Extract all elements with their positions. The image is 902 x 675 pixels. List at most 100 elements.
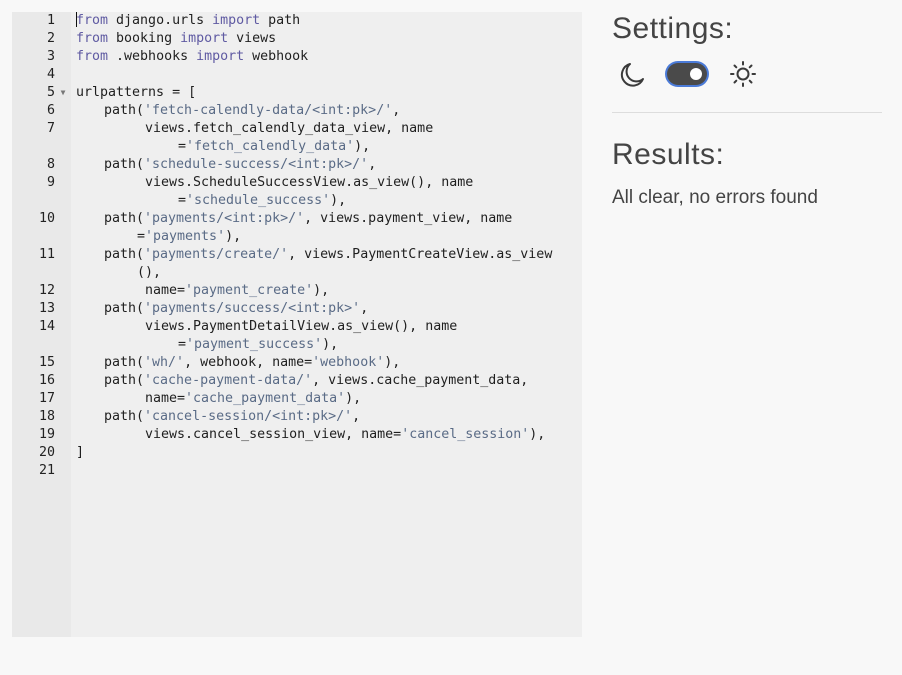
code-line[interactable]: 16 path('cache-payment-data/', views.cach… bbox=[12, 372, 582, 390]
fold-arrow-icon[interactable]: ▼ bbox=[55, 84, 71, 102]
line-number: 16 bbox=[38, 373, 55, 388]
code-text: path('payments/<int:pk>/', views.payment… bbox=[71, 210, 582, 228]
code-line[interactable]: 18 path('cancel-session/<int:pk>/', bbox=[12, 408, 582, 426]
code-token: ), bbox=[354, 139, 371, 154]
code-text: (), bbox=[71, 264, 582, 282]
code-text: path('payments/create/', views.PaymentCr… bbox=[71, 246, 582, 264]
code-line[interactable]: 1 from django.urls import path bbox=[12, 12, 582, 30]
line-number: 17 bbox=[38, 391, 55, 406]
code-token: path( bbox=[104, 409, 145, 424]
code-line[interactable]: 4 bbox=[12, 66, 582, 84]
code-token: urlpatterns = [ bbox=[76, 85, 197, 100]
code-token: , bbox=[368, 157, 377, 172]
code-line[interactable]: ='schedule_success'), bbox=[12, 192, 582, 210]
code-string: 'payments' bbox=[145, 229, 226, 244]
code-token: name= bbox=[145, 283, 186, 298]
code-token: name= bbox=[145, 391, 186, 406]
code-line[interactable]: 6 path('fetch-calendly-data/<int:pk>/', bbox=[12, 102, 582, 120]
line-number: 10 bbox=[38, 211, 55, 226]
code-line[interactable]: 3 from .webhooks import webhook bbox=[12, 48, 582, 66]
code-line[interactable]: 19 views.cancel_session_view, name='cance… bbox=[12, 426, 582, 444]
code-text: ='payments'), bbox=[71, 228, 582, 246]
code-token: path( bbox=[104, 301, 145, 316]
line-number: 7 bbox=[46, 121, 55, 136]
code-keyword: from bbox=[76, 31, 109, 46]
code-line[interactable]: 14 views.PaymentDetailView.as_view(), nam… bbox=[12, 318, 582, 336]
line-number: 2 bbox=[46, 31, 55, 46]
code-token: ), bbox=[345, 391, 362, 406]
code-string: 'schedule_success' bbox=[186, 193, 331, 208]
code-string: 'payments/success/<int:pk>' bbox=[144, 301, 361, 316]
code-token: , bbox=[392, 103, 401, 118]
code-line[interactable]: 15 path('wh/', webhook, name='webhook'), bbox=[12, 354, 582, 372]
code-line[interactable]: 21 bbox=[12, 462, 582, 480]
code-token: (), bbox=[137, 265, 162, 280]
line-number: 5 bbox=[46, 85, 55, 100]
code-text: ='schedule_success'), bbox=[71, 192, 582, 210]
line-number: 12 bbox=[38, 283, 55, 298]
code-token: = bbox=[178, 139, 187, 154]
theme-toggle[interactable] bbox=[667, 63, 707, 85]
code-line[interactable]: 20] bbox=[12, 444, 582, 462]
line-number: 21 bbox=[38, 463, 55, 478]
code-token: = bbox=[137, 229, 146, 244]
code-text: name='payment_create'), bbox=[71, 282, 582, 300]
code-text: urlpatterns = [ bbox=[71, 84, 564, 102]
code-line[interactable]: 8 path('schedule-success/<int:pk>/', bbox=[12, 156, 582, 174]
code-line[interactable]: 10 path('payments/<int:pk>/', views.payme… bbox=[12, 210, 582, 228]
code-token: path bbox=[260, 13, 301, 28]
code-token: views.PaymentDetailView.as_view(), name bbox=[145, 319, 458, 334]
code-line[interactable]: 17 name='cache_payment_data'), bbox=[12, 390, 582, 408]
code-string: 'wh/' bbox=[144, 355, 185, 370]
code-text: from django.urls import path bbox=[71, 12, 564, 30]
code-token: , webhook, name= bbox=[184, 355, 313, 370]
line-number bbox=[12, 228, 55, 246]
code-token: path( bbox=[104, 103, 145, 118]
code-string: 'payments/create/' bbox=[144, 247, 289, 262]
code-token: ), bbox=[330, 193, 347, 208]
code-line[interactable]: ='payment_success'), bbox=[12, 336, 582, 354]
code-line[interactable]: 13 path('payments/success/<int:pk>', bbox=[12, 300, 582, 318]
code-token: booking bbox=[108, 31, 181, 46]
code-line[interactable]: ='payments'), bbox=[12, 228, 582, 246]
code-line[interactable]: 2 from booking import views bbox=[12, 30, 582, 48]
code-line[interactable]: (), bbox=[12, 264, 582, 282]
code-token: ] bbox=[76, 445, 85, 460]
code-text: from .webhooks import webhook bbox=[71, 48, 564, 66]
code-token: ), bbox=[322, 337, 339, 352]
code-token: path( bbox=[104, 355, 145, 370]
line-number bbox=[12, 264, 55, 282]
code-editor[interactable]: 1 from django.urls import path 2 from booki… bbox=[12, 12, 582, 637]
code-line[interactable]: ='fetch_calendly_data'), bbox=[12, 138, 582, 156]
code-token: ), bbox=[225, 229, 242, 244]
code-line[interactable]: 9 views.ScheduleSuccessView.as_view(), na… bbox=[12, 174, 582, 192]
code-line[interactable]: 12 name='payment_create'), bbox=[12, 282, 582, 300]
line-number: 14 bbox=[38, 319, 55, 334]
code-line[interactable]: 7 views.fetch_calendly_data_view, name bbox=[12, 120, 582, 138]
line-number: 6 bbox=[46, 103, 55, 118]
code-line[interactable]: 5 ▼ urlpatterns = [ bbox=[12, 84, 582, 102]
code-string: 'webhook' bbox=[312, 355, 385, 370]
code-line[interactable]: 11 path('payments/create/', views.Payment… bbox=[12, 246, 582, 264]
line-number: 18 bbox=[38, 409, 55, 424]
line-number: 3 bbox=[46, 49, 55, 64]
code-text: ='payment_success'), bbox=[71, 336, 582, 354]
code-area[interactable]: 1 from django.urls import path 2 from booki… bbox=[12, 12, 582, 480]
code-token: path( bbox=[104, 211, 145, 226]
code-text: path('schedule-success/<int:pk>/', bbox=[71, 156, 582, 174]
line-number: 9 bbox=[46, 175, 55, 190]
code-token: django.urls bbox=[108, 13, 213, 28]
code-token: = bbox=[178, 337, 187, 352]
